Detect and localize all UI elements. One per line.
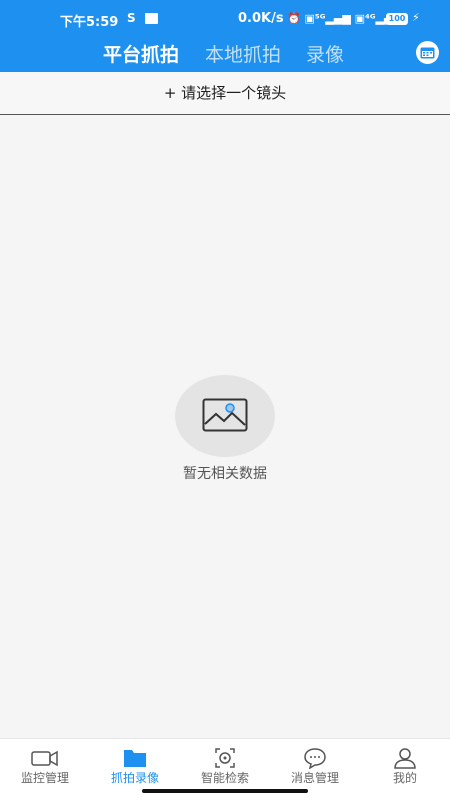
notification-icon <box>145 13 158 24</box>
charging-icon: ⚡ <box>412 11 420 24</box>
nav-label: 我的 <box>392 771 417 785</box>
empty-state-circle <box>175 375 275 457</box>
image-placeholder-icon <box>202 398 248 432</box>
smart-search-icon <box>215 748 235 768</box>
home-indicator[interactable] <box>142 789 308 793</box>
status-bar: 下午5:59 S 0.0K/s ⏰ ▣⁵ᴳ▂▄▆ ▣⁴ᴳ▂▄▆ 100 ⚡ <box>0 9 450 31</box>
chat-bubble-icon <box>304 748 326 769</box>
nav-smart-search[interactable]: 智能检索 <box>180 739 270 795</box>
battery-icon: 100 <box>386 13 408 25</box>
status-time: 下午5:59 <box>60 15 119 30</box>
nav-label: 抓拍录像 <box>110 771 159 785</box>
video-camera-icon <box>31 750 58 767</box>
tab-platform-capture[interactable]: 平台抓拍 <box>103 40 179 67</box>
network-speed: 0.0K/s <box>238 11 284 26</box>
sync-icon: S <box>127 11 136 25</box>
empty-state-text: 暂无相关数据 <box>183 466 267 482</box>
user-icon <box>394 748 416 769</box>
lens-selector[interactable]: + 请选择一个镜头 <box>0 72 450 115</box>
tab-local-capture[interactable]: 本地抓拍 <box>205 40 281 67</box>
empty-state: 暂无相关数据 <box>0 375 450 483</box>
nav-monitor-management[interactable]: 监控管理 <box>0 739 90 795</box>
calendar-icon <box>420 47 435 59</box>
nav-label: 智能检索 <box>200 771 249 785</box>
header-tabs: 平台抓拍 本地抓拍 录像 <box>0 40 450 68</box>
calendar-button[interactable] <box>416 41 439 64</box>
nav-capture-recording[interactable]: 抓拍录像 <box>90 739 180 795</box>
tab-recording[interactable]: 录像 <box>306 40 344 67</box>
nav-label: 监控管理 <box>20 771 69 785</box>
top-bar: 下午5:59 S 0.0K/s ⏰ ▣⁵ᴳ▂▄▆ ▣⁴ᴳ▂▄▆ 100 ⚡ 平台… <box>0 0 450 72</box>
signal-icons: ⏰ ▣⁵ᴳ▂▄▆ ▣⁴ᴳ▂▄▆ <box>287 12 401 25</box>
nav-label: 消息管理 <box>290 771 339 785</box>
nav-message-management[interactable]: 消息管理 <box>270 739 360 795</box>
folder-icon <box>124 750 146 767</box>
nav-mine[interactable]: 我的 <box>360 739 450 795</box>
